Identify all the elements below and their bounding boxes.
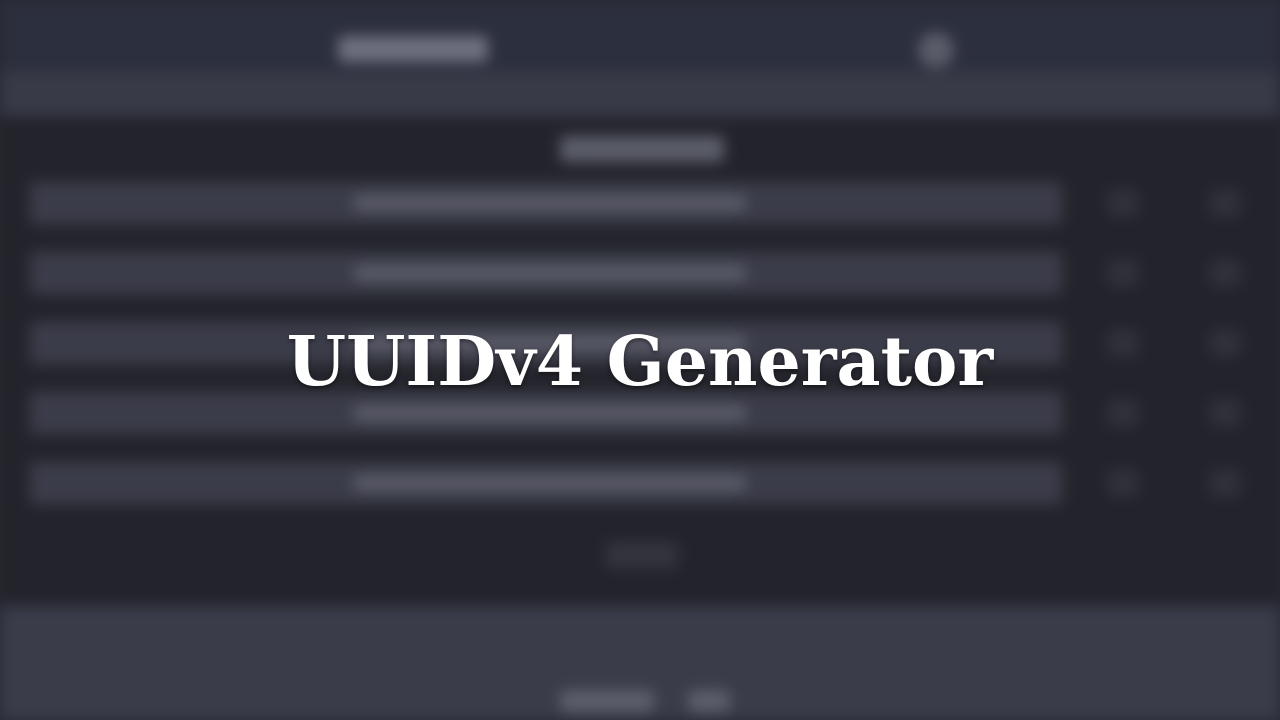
copy-button[interactable] (1108, 470, 1138, 496)
uuid-value (354, 265, 746, 281)
section-heading (560, 136, 724, 162)
thumbnail-stage: UUIDv4 Generator (0, 0, 1280, 720)
app-logo (338, 36, 488, 62)
header-band (0, 72, 1280, 116)
uuid-value (354, 195, 746, 211)
settings-button[interactable] (918, 32, 954, 68)
page-title: UUIDv4 Generator (286, 322, 994, 402)
copy-button[interactable] (1108, 260, 1138, 286)
uuid-value (354, 475, 746, 491)
delete-button[interactable] (1210, 470, 1240, 496)
uuid-row[interactable] (30, 182, 1062, 224)
uuid-value (354, 405, 746, 421)
generate-button[interactable] (606, 542, 678, 568)
copy-button[interactable] (1108, 400, 1138, 426)
footer-link[interactable] (688, 690, 730, 712)
copy-button[interactable] (1108, 190, 1138, 216)
delete-button[interactable] (1210, 190, 1240, 216)
delete-button[interactable] (1210, 400, 1240, 426)
uuid-row[interactable] (30, 252, 1062, 294)
uuid-row[interactable] (30, 462, 1062, 504)
app-header (0, 0, 1280, 72)
delete-button[interactable] (1210, 260, 1240, 286)
footer-link[interactable] (560, 690, 654, 712)
